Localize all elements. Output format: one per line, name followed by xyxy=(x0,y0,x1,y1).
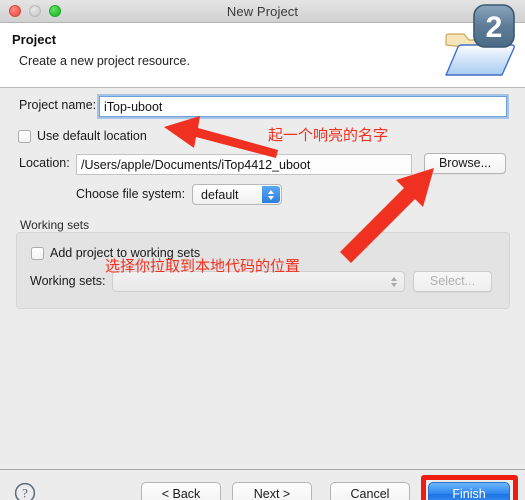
working-sets-row: Working sets: xyxy=(30,274,106,288)
annotation-name-hint: 起一个响亮的名字 xyxy=(268,126,389,144)
working-sets-group-title: Working sets xyxy=(20,218,90,232)
use-default-location-checkbox[interactable]: Use default location xyxy=(18,129,147,143)
checkbox-box[interactable] xyxy=(31,246,44,260)
file-system-value: default xyxy=(201,187,239,202)
cancel-button[interactable]: Cancel xyxy=(330,482,410,500)
select-working-sets-button[interactable]: Select... xyxy=(413,271,492,292)
page-title: Project xyxy=(12,32,57,47)
stepper-arrows-icon[interactable] xyxy=(262,186,280,203)
new-project-dialog: New Project Project Create a new project… xyxy=(0,0,525,500)
wizard-footer: ? < Back Next > Cancel Finish xyxy=(0,469,525,500)
use-default-location-label: Use default location xyxy=(37,129,147,143)
traffic-light-group xyxy=(9,5,61,17)
project-name-row: Project name: xyxy=(19,98,96,112)
location-row: Location: xyxy=(19,156,70,170)
annotation-arrow-browse xyxy=(340,168,434,263)
working-sets-label: Working sets: xyxy=(30,274,106,288)
maximize-button[interactable] xyxy=(49,5,61,17)
file-system-select[interactable]: default xyxy=(192,184,282,205)
next-button[interactable]: Next > xyxy=(232,482,312,500)
file-system-row: Choose file system: xyxy=(76,187,185,201)
project-name-label: Project name: xyxy=(19,98,97,112)
svg-text:?: ? xyxy=(22,486,28,500)
location-label: Location: xyxy=(19,156,70,170)
minimize-button[interactable] xyxy=(29,5,41,17)
help-question-icon[interactable]: ? xyxy=(14,482,36,500)
wizard-header: Project Create a new project resource. 2 xyxy=(0,4,525,88)
badge-number: 2 xyxy=(486,11,503,44)
wizard-body: Project name: Use default location Locat… xyxy=(0,88,525,469)
page-subtitle: Create a new project resource. xyxy=(19,54,190,68)
annotation-location-hint: 选择你拉取到本地代码的位置 xyxy=(105,257,301,275)
stepper-arrows-icon[interactable] xyxy=(385,273,403,290)
checkbox-box[interactable] xyxy=(18,129,31,143)
new-project-folder-icon: 2 xyxy=(445,4,515,76)
annotation-arrow-project-name xyxy=(164,116,278,158)
finish-highlight-box xyxy=(421,475,518,500)
back-button[interactable]: < Back xyxy=(141,482,221,500)
close-button[interactable] xyxy=(9,5,21,17)
file-system-label: Choose file system: xyxy=(76,187,186,201)
